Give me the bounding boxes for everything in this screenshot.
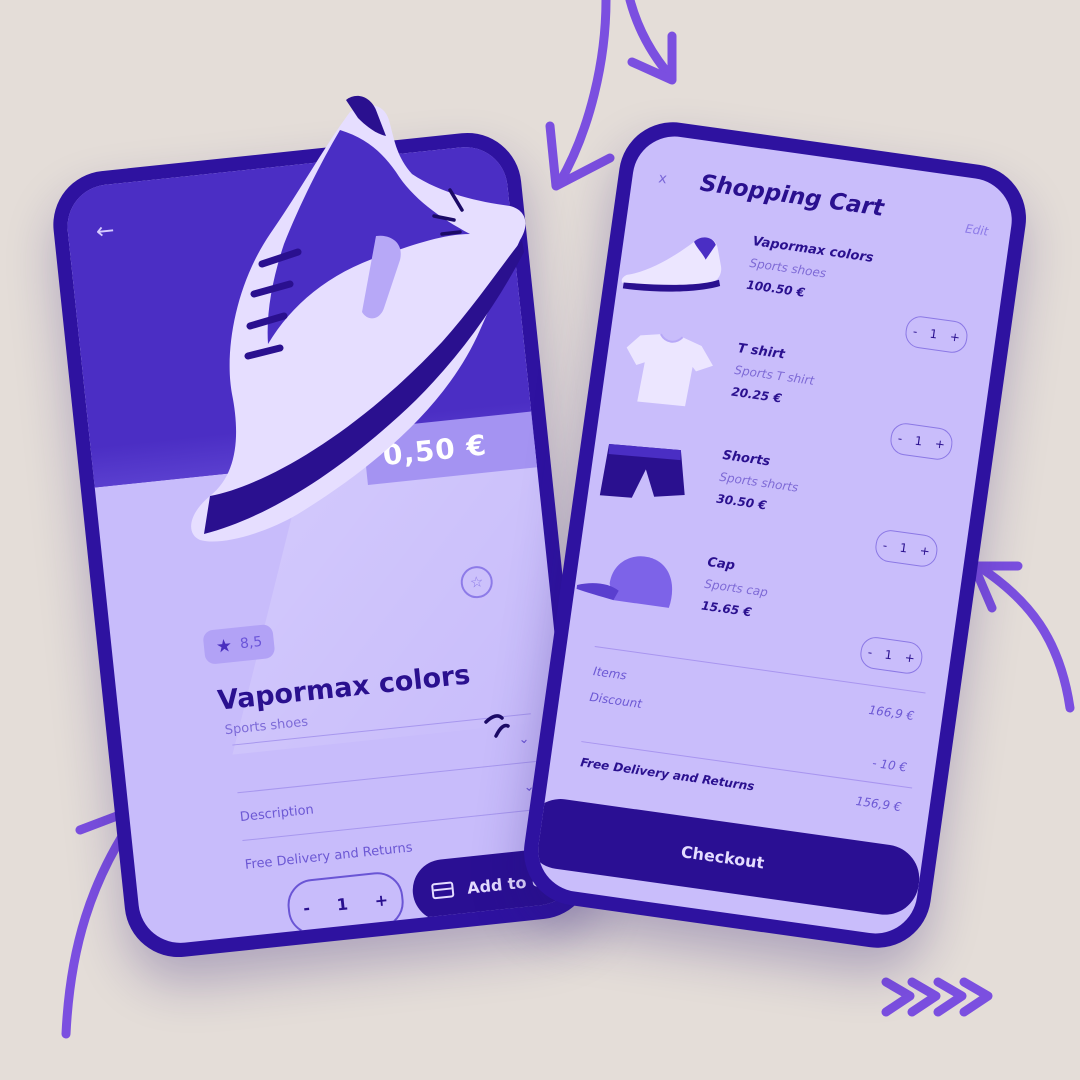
item-price: 100.50 € (745, 277, 806, 300)
arrow-top-right-head-icon (627, 31, 677, 85)
checkout-button[interactable]: Checkout (532, 794, 924, 920)
close-button[interactable]: x (657, 170, 667, 187)
arrow-right-head-icon (969, 561, 1023, 613)
plus-button[interactable]: + (949, 329, 961, 344)
item-quantity-stepper[interactable]: - 1 + (858, 635, 925, 676)
plus-button[interactable]: + (374, 890, 389, 910)
minus-button[interactable]: - (867, 645, 873, 659)
items-value: 166,9 € (867, 702, 916, 724)
description-label: Description (239, 801, 315, 825)
plus-button[interactable]: + (934, 436, 946, 451)
arrow-top-curve-icon (555, 0, 611, 187)
item-category: Sports shorts (718, 469, 800, 495)
item-price: 20.25 € (730, 384, 783, 406)
back-arrow-icon[interactable]: ← (95, 218, 116, 245)
item-quantity-stepper[interactable]: - 1 + (873, 528, 940, 569)
cart-screen: x Shopping Cart Edit Vapormax colors Spo… (532, 131, 1018, 939)
rating-value: 8,5 (239, 633, 264, 653)
chevrons-icon (881, 977, 993, 1017)
quantity-value: 1 (898, 540, 909, 556)
plus-button[interactable]: + (919, 543, 931, 558)
sneaker-icon (621, 237, 722, 292)
item-quantity-stepper[interactable]: - 1 + (903, 314, 970, 355)
minus-button[interactable]: - (897, 431, 903, 445)
cap-icon (576, 556, 673, 608)
minus-button[interactable]: - (302, 898, 311, 918)
edit-button[interactable]: Edit (964, 222, 989, 239)
cart-phone: x Shopping Cart Edit Vapormax colors Spo… (517, 115, 1033, 955)
quantity-value: 1 (913, 433, 924, 449)
quantity-value: 1 (883, 647, 894, 663)
minus-button[interactable]: - (912, 324, 918, 338)
sneaker-image (191, 95, 526, 542)
arrow-right-curve-icon (973, 561, 1075, 713)
item-quantity-stepper[interactable]: - 1 + (888, 421, 955, 462)
arrow-top-right-icon (625, 0, 677, 83)
star-icon: ★ (214, 634, 234, 658)
quantity-value: 1 (335, 893, 349, 914)
minus-button[interactable]: - (882, 538, 888, 552)
plus-button[interactable]: + (904, 650, 916, 665)
items-label: Items (592, 664, 628, 683)
arrow-top-head-icon (545, 121, 615, 191)
delivery-label: Free Delivery and Returns (244, 839, 414, 873)
tshirt-icon (626, 333, 713, 407)
stage: ← 0,50 € ☆ ★ 8,5 Vapormax colors Sports … (0, 0, 1080, 1080)
chevron-down-icon: ⌄ (517, 731, 531, 748)
discount-value: - 10 € (871, 755, 908, 775)
total-value: 156,9 € (855, 793, 903, 815)
item-price: 15.65 € (700, 598, 753, 620)
item-price: 30.50 € (715, 491, 768, 513)
item-category: Sports shoes (748, 255, 827, 281)
item-name: Cap (706, 554, 736, 574)
cart-title: Shopping Cart (698, 170, 886, 222)
discount-label: Discount (588, 689, 643, 712)
shorts-icon (599, 444, 685, 498)
quantity-value: 1 (928, 326, 939, 342)
item-category: Sports cap (703, 576, 769, 600)
credit-card-icon (430, 881, 455, 900)
quantity-stepper[interactable]: - 1 + (284, 869, 407, 938)
item-category: Sports T shirt (733, 362, 816, 388)
